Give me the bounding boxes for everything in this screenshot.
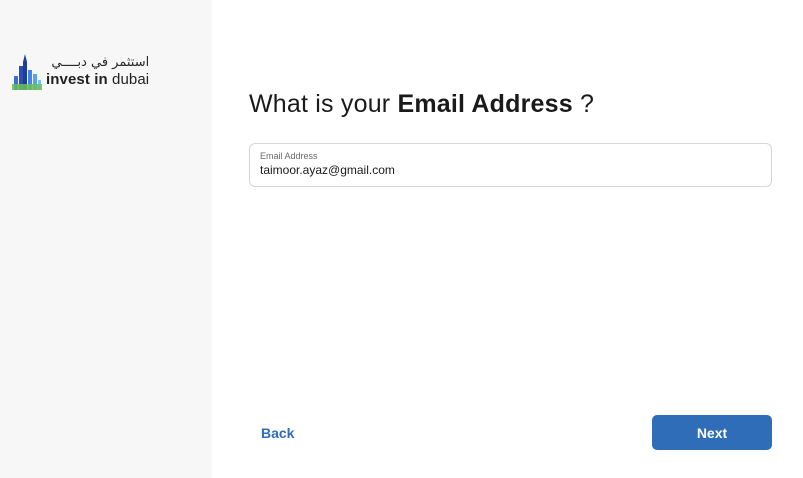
question-emphasis: Email Address xyxy=(397,90,573,118)
dubai-skyline-icon xyxy=(12,54,42,90)
question-heading: What is your Email Address ? xyxy=(249,90,594,119)
logo-english-bold: invest in xyxy=(46,70,108,88)
logo-english-light: dubai xyxy=(112,70,150,88)
question-prefix: What is your xyxy=(249,90,398,118)
back-button[interactable]: Back xyxy=(249,416,306,450)
logo-arabic-text: استثمر في دبــــي xyxy=(51,54,150,70)
email-input[interactable] xyxy=(260,162,761,178)
main-content: What is your Email Address ? Email Addre… xyxy=(212,0,803,478)
email-field[interactable]: Email Address xyxy=(249,143,772,187)
page: استثمر في دبــــي invest in dubai What i… xyxy=(0,0,803,478)
sidebar: استثمر في دبــــي invest in dubai xyxy=(0,0,212,478)
logo-english-text: invest in dubai xyxy=(46,72,149,87)
invest-in-dubai-logo: استثمر في دبــــي invest in dubai xyxy=(12,52,149,90)
next-button[interactable]: Next xyxy=(652,415,772,450)
email-field-label: Email Address xyxy=(260,151,318,161)
question-suffix: ? xyxy=(572,90,595,118)
logo-text: استثمر في دبــــي invest in dubai xyxy=(46,56,149,87)
